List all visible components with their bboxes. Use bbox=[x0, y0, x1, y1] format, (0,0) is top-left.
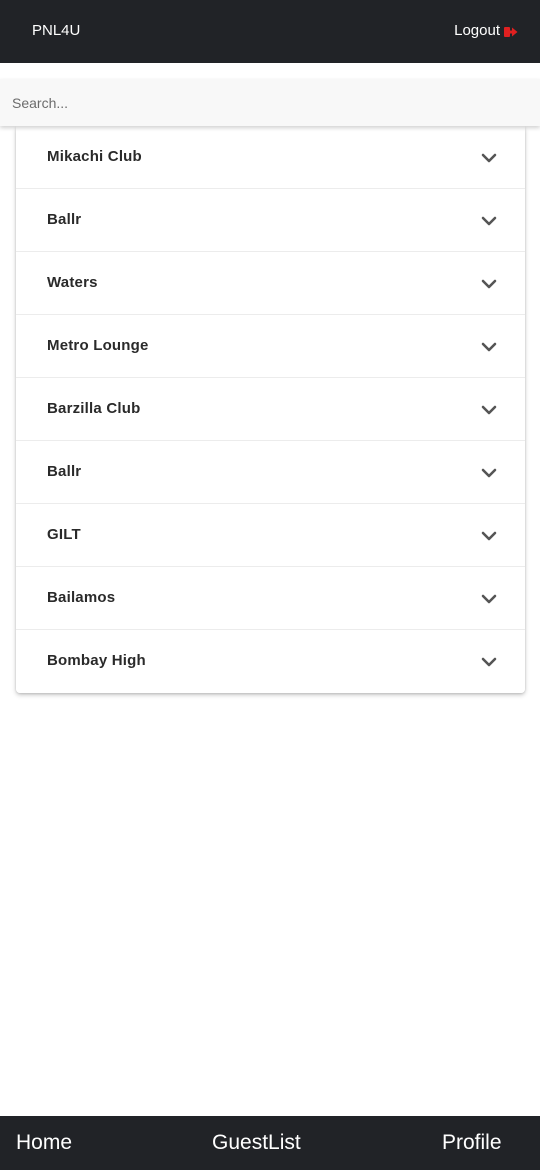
top-navbar: PNL4U Logout bbox=[0, 0, 540, 63]
search-bar bbox=[0, 79, 540, 126]
club-name: GILT bbox=[47, 526, 81, 543]
logout-label: Logout bbox=[454, 22, 500, 39]
chevron-down-icon bbox=[481, 405, 497, 415]
club-list-item[interactable]: Metro Lounge bbox=[16, 315, 525, 378]
club-name: Mikachi Club bbox=[47, 148, 142, 165]
search-input[interactable] bbox=[0, 79, 540, 126]
club-list-item[interactable]: Barzilla Club bbox=[16, 378, 525, 441]
nav-profile[interactable]: Profile bbox=[442, 1131, 502, 1155]
club-accordion-list: Mikachi Club Ballr Waters Metro Lounge B… bbox=[16, 126, 525, 693]
club-name: Bailamos bbox=[47, 589, 116, 606]
club-name: Metro Lounge bbox=[47, 337, 149, 354]
club-list-item[interactable]: Ballr bbox=[16, 189, 525, 252]
chevron-down-icon bbox=[481, 153, 497, 163]
club-list-item[interactable]: Bombay High bbox=[16, 630, 525, 693]
club-name: Ballr bbox=[47, 211, 82, 228]
app-root: PNL4U Logout Mikachi Club Ballr Waters bbox=[0, 0, 540, 1170]
club-name: Waters bbox=[47, 274, 98, 291]
bottom-navbar: Home GuestList Profile bbox=[0, 1116, 540, 1170]
club-list-item[interactable]: Bailamos bbox=[16, 567, 525, 630]
chevron-down-icon bbox=[481, 279, 497, 289]
chevron-down-icon bbox=[481, 657, 497, 667]
chevron-down-icon bbox=[481, 468, 497, 478]
chevron-down-icon bbox=[481, 342, 497, 352]
nav-home[interactable]: Home bbox=[16, 1131, 72, 1155]
logout-button[interactable]: Logout bbox=[454, 22, 518, 39]
club-name: Barzilla Club bbox=[47, 400, 141, 417]
club-list-item[interactable]: Mikachi Club bbox=[16, 126, 525, 189]
club-list-item[interactable]: Waters bbox=[16, 252, 525, 315]
club-name: Bombay High bbox=[47, 652, 146, 669]
club-list-item[interactable]: Ballr bbox=[16, 441, 525, 504]
nav-guestlist[interactable]: GuestList bbox=[212, 1131, 301, 1155]
chevron-down-icon bbox=[481, 594, 497, 604]
club-list-item[interactable]: GILT bbox=[16, 504, 525, 567]
chevron-down-icon bbox=[481, 531, 497, 541]
chevron-down-icon bbox=[481, 216, 497, 226]
sign-out-icon bbox=[504, 25, 518, 37]
club-name: Ballr bbox=[47, 463, 82, 480]
brand-title[interactable]: PNL4U bbox=[32, 22, 80, 39]
